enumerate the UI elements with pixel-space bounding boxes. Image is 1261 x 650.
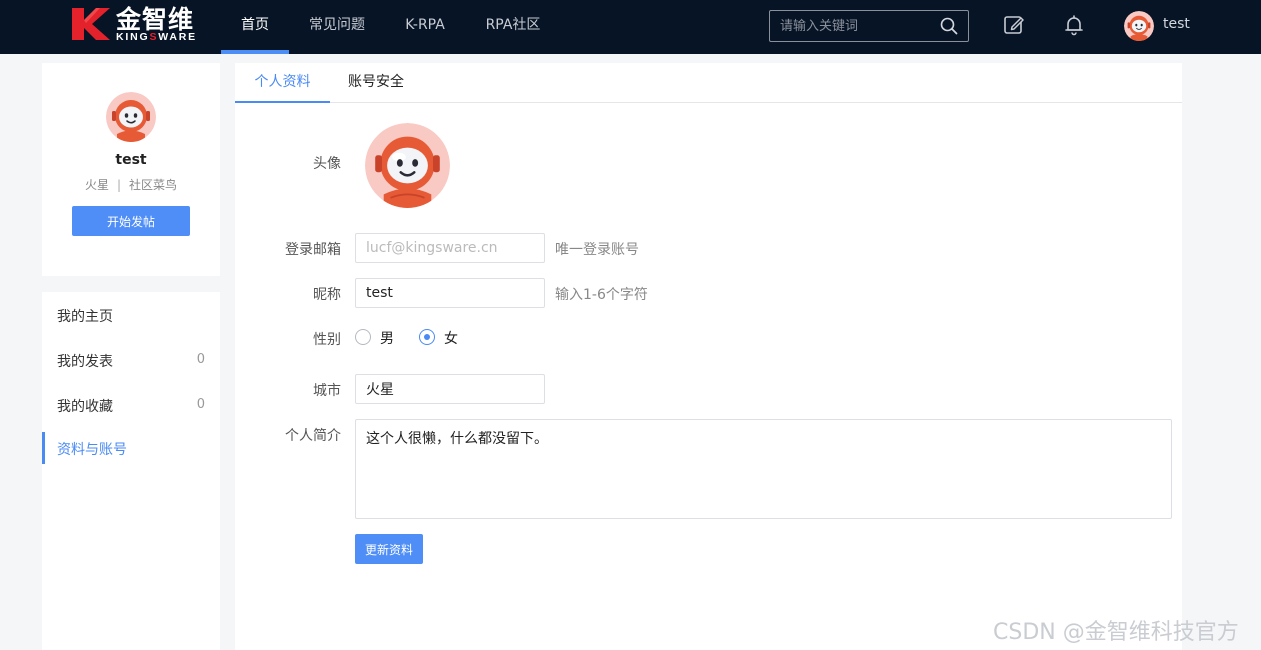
email-field[interactable] bbox=[355, 233, 545, 263]
nav-faq[interactable]: 常见问题 bbox=[300, 0, 374, 54]
robot-avatar-icon bbox=[106, 92, 156, 142]
nickname-hint: 输入1-6个字符 bbox=[555, 287, 648, 303]
menu-item-favorites[interactable]: 我的收藏 0 bbox=[42, 389, 220, 421]
nav-faq-label: 常见问题 bbox=[309, 17, 365, 33]
gender-radio-female[interactable]: 女 bbox=[419, 329, 464, 347]
nav-home-label: 首页 bbox=[241, 17, 269, 33]
robot-avatar-icon bbox=[1124, 11, 1154, 41]
search-box bbox=[769, 10, 969, 42]
avatar-label: 头像 bbox=[313, 156, 341, 172]
tab-account-security[interactable]: 账号安全 bbox=[338, 63, 414, 103]
user-avatar-top[interactable] bbox=[1124, 11, 1154, 41]
nav-rpa-community[interactable]: RPA社区 bbox=[478, 0, 548, 54]
bio-textarea[interactable]: 这个人很懒，什么都没留下。 bbox=[355, 419, 1172, 519]
email-label: 登录邮箱 bbox=[285, 242, 341, 258]
bio-label: 个人简介 bbox=[285, 428, 341, 444]
gender-label: 性别 bbox=[313, 332, 341, 348]
search-input[interactable] bbox=[770, 11, 930, 41]
start-post-button[interactable]: 开始发帖 bbox=[72, 206, 190, 236]
menu-item-label: 我的发表 bbox=[57, 354, 113, 370]
nav-home[interactable]: 首页 bbox=[221, 0, 289, 54]
profile-settings-panel: 个人资料 账号安全 头像 登录邮箱 唯一登录账号 昵称 输入1-6个字符 性别 … bbox=[235, 63, 1182, 650]
watermark: CSDN @金智维科技官方 bbox=[993, 620, 1239, 645]
radio-circle bbox=[355, 329, 371, 345]
profile-card: test 火星 | 社区菜鸟 开始发帖 bbox=[42, 63, 220, 276]
nickname-field[interactable] bbox=[355, 278, 545, 308]
nav-active-underline bbox=[221, 50, 289, 54]
kingsware-k-logo-icon bbox=[72, 8, 110, 40]
bell-icon[interactable] bbox=[1063, 14, 1085, 36]
search-icon[interactable] bbox=[940, 17, 958, 35]
menu-item-label: 我的收藏 bbox=[57, 399, 113, 415]
radio-circle bbox=[419, 329, 435, 345]
kingsware-logo[interactable]: 金智维 KINGSWARE bbox=[70, 6, 205, 42]
menu-item-count: 0 bbox=[196, 397, 205, 412]
profile-avatar[interactable] bbox=[106, 92, 156, 142]
radio-label: 女 bbox=[444, 331, 458, 347]
update-profile-button[interactable]: 更新资料 bbox=[355, 534, 423, 564]
username-top[interactable]: test bbox=[1163, 16, 1190, 32]
profile-level: 社区菜鸟 bbox=[129, 178, 178, 192]
nav-rpa-community-label: RPA社区 bbox=[485, 17, 541, 33]
brand-name-cn: 金智维 bbox=[116, 5, 195, 34]
avatar-upload[interactable] bbox=[365, 123, 450, 208]
brand-name-en: KINGSWARE bbox=[116, 31, 197, 43]
top-navbar: 金智维 KINGSWARE 首页 常见问题 K-RPA RPA社区 请输入关键词… bbox=[0, 0, 1261, 54]
city-label: 城市 bbox=[313, 383, 341, 399]
profile-name: test bbox=[115, 152, 147, 168]
city-field[interactable] bbox=[355, 374, 545, 404]
menu-item-homepage[interactable]: 我的主页 bbox=[42, 299, 220, 331]
nickname-label: 昵称 bbox=[313, 287, 341, 303]
menu-item-my-posts[interactable]: 我的发表 0 bbox=[42, 344, 220, 376]
nav-k-rpa[interactable]: K-RPA bbox=[396, 0, 454, 54]
menu-item-label: 资料与账号 bbox=[57, 442, 127, 458]
meta-separator: | bbox=[116, 178, 122, 192]
radio-label: 男 bbox=[380, 331, 394, 347]
robot-avatar-icon bbox=[365, 123, 450, 208]
profile-city: 火星 bbox=[84, 178, 109, 192]
sidebar-menu: 我的主页 我的发表 0 我的收藏 0 资料与账号 bbox=[42, 292, 220, 650]
email-hint: 唯一登录账号 bbox=[555, 242, 639, 258]
nav-k-rpa-label: K-RPA bbox=[405, 17, 445, 33]
menu-item-label: 我的主页 bbox=[57, 309, 113, 325]
settings-tabs: 个人资料 账号安全 bbox=[235, 63, 1182, 103]
profile-meta: 火星 | 社区菜鸟 bbox=[42, 176, 220, 193]
menu-item-profile-account[interactable]: 资料与账号 bbox=[42, 432, 220, 464]
edit-icon[interactable] bbox=[1003, 14, 1025, 36]
menu-item-count: 0 bbox=[196, 352, 205, 367]
gender-radio-male[interactable]: 男 bbox=[355, 329, 400, 347]
tab-personal-info[interactable]: 个人资料 bbox=[235, 63, 330, 103]
